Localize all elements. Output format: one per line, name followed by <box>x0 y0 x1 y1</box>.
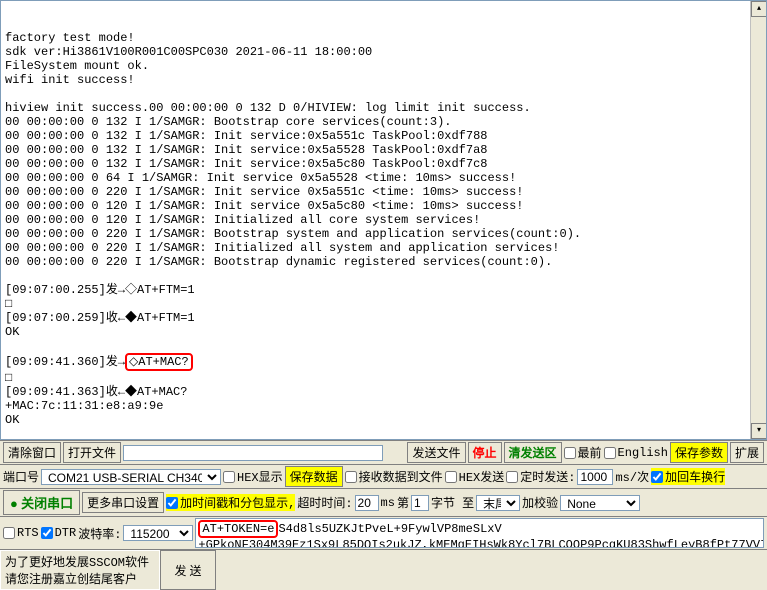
port-label: 端口号 <box>3 468 39 485</box>
log-line: [09:07:00.259]收←◆AT+FTM=1 <box>5 311 195 325</box>
timed-unit-label: ms/次 <box>615 468 649 485</box>
log-line: □ <box>5 371 12 385</box>
byte-end-select[interactable]: 末尾 <box>476 495 520 511</box>
byte-start-input[interactable] <box>411 495 429 511</box>
expand-button[interactable]: 扩展 <box>730 442 764 463</box>
file-path-input[interactable] <box>123 445 383 461</box>
scroll-down-icon[interactable]: ▾ <box>751 423 767 439</box>
log-line: 00 00:00:00 0 132 I 1/SAMGR: Init servic… <box>5 143 487 157</box>
baud-select[interactable]: 115200 <box>123 525 193 541</box>
log-line: 00 00:00:00 0 132 I 1/SAMGR: Bootstrap c… <box>5 115 451 129</box>
di-label: 第 <box>397 494 409 511</box>
log-line: 00 00:00:00 0 120 I 1/SAMGR: Initialized… <box>5 213 480 227</box>
log-output: ▴▾ factory test mode! sdk ver:Hi3861V100… <box>0 0 767 440</box>
status-text-2: 请您注册嘉立创结尾客户 <box>5 570 155 587</box>
hex-display-checkbox: HEX显示 <box>223 468 283 485</box>
log-line: [09:09:41.360]发→ <box>5 355 125 369</box>
rts-checkbox: RTS <box>3 526 39 540</box>
hex-send-checkbox: HEX发送 <box>445 468 505 485</box>
log-line: 00 00:00:00 0 220 I 1/SAMGR: Bootstrap s… <box>5 227 581 241</box>
save-data-button[interactable]: 保存数据 <box>285 466 343 487</box>
log-line: [09:07:00.255]发→◇AT+FTM=1 <box>5 283 195 297</box>
log-line: FileSystem mount ok. <box>5 59 149 73</box>
scrollbar[interactable]: ▴▾ <box>750 1 766 439</box>
byte-label: 字节 至 <box>431 494 474 511</box>
log-line: 00 00:00:00 0 220 I 1/SAMGR: Init servic… <box>5 185 523 199</box>
send-textbox[interactable]: AT+TOKEN=eS4d8ls5UZKJtPveL+9FywlVP8meSLx… <box>195 518 764 548</box>
log-line: 00 00:00:00 0 120 I 1/SAMGR: Init servic… <box>5 199 523 213</box>
log-line: sdk ver:Hi3861V100R001C00SPC030 2021-06-… <box>5 45 372 59</box>
close-port-button[interactable]: ● 关闭串口 <box>3 490 80 515</box>
scroll-up-icon[interactable]: ▴ <box>751 1 767 17</box>
front-checkbox: 最前 <box>564 444 602 461</box>
log-line: factory test mode! <box>5 31 135 45</box>
timed-interval-input[interactable] <box>577 469 613 485</box>
dtr-checkbox: DTR <box>41 526 77 540</box>
clear-window-button[interactable]: 清除窗口 <box>3 442 61 463</box>
log-line: OK <box>5 325 19 339</box>
log-line: 00 00:00:00 0 220 I 1/SAMGR: Initialized… <box>5 241 560 255</box>
highlight-at-mac: ◇AT+MAC? <box>125 353 193 371</box>
log-line: 00 00:00:00 0 64 I 1/SAMGR: Init service… <box>5 171 516 185</box>
send-button[interactable]: 发 送 <box>160 550 216 590</box>
recv-to-file-checkbox: 接收数据到文件 <box>345 468 443 485</box>
log-line: 00 00:00:00 0 132 I 1/SAMGR: Init servic… <box>5 129 487 143</box>
english-checkbox: English <box>604 446 668 460</box>
log-line: wifi init success! <box>5 73 135 87</box>
add-crlf-checkbox: 加回车换行 <box>651 468 725 485</box>
log-line: 00 00:00:00 0 132 I 1/SAMGR: Init servic… <box>5 157 487 171</box>
stop-button[interactable]: 停止 <box>468 442 502 463</box>
more-settings-button[interactable]: 更多串口设置 <box>82 492 164 513</box>
log-line: +MAC:7c:11:31:e8:a9:9e <box>5 399 163 413</box>
timeout-label: 超时时间: <box>297 494 352 511</box>
toolbar-2: 端口号 COM21 USB-SERIAL CH340 HEX显示 保存数据 接收… <box>0 464 767 488</box>
highlight-at-token: AT+TOKEN=e <box>198 520 278 538</box>
toolbar-3: ● 关闭串口 更多串口设置 加时间戳和分包显示, 超时时间: ms 第 字节 至… <box>0 488 767 516</box>
status-bar: 为了更好地发展SSCOM软件 请您注册嘉立创结尾客户 发 送 <box>0 549 767 590</box>
add-check-label: 加校验 <box>522 494 558 511</box>
log-line: 00 00:00:00 0 220 I 1/SAMGR: Bootstrap d… <box>5 255 552 269</box>
timeout-unit: ms <box>381 496 395 510</box>
log-line: OK <box>5 413 19 427</box>
port-select[interactable]: COM21 USB-SERIAL CH340 <box>41 469 221 485</box>
log-line: hiview init success.00 00:00:00 0 132 D … <box>5 101 531 115</box>
clear-send-button[interactable]: 清发送区 <box>504 442 562 463</box>
save-params-button[interactable]: 保存参数 <box>670 442 728 463</box>
toolbar-1: 清除窗口 打开文件 发送文件 停止 清发送区 最前 English 保存参数 扩… <box>0 440 767 464</box>
timeout-input[interactable] <box>355 495 379 511</box>
toolbar-4: RTS DTR 波特率: 115200 AT+TOKEN=eS4d8ls5UZK… <box>0 516 767 549</box>
timestamp-checkbox: 加时间戳和分包显示, <box>166 494 295 511</box>
status-text-1: 为了更好地发展SSCOM软件 <box>5 553 155 570</box>
timed-send-checkbox: 定时发送: <box>506 468 575 485</box>
toggle-icon: ● <box>10 496 18 511</box>
baud-label: 波特率: <box>78 525 121 542</box>
log-line: [09:09:41.363]收←◆AT+MAC? <box>5 385 187 399</box>
send-file-button[interactable]: 发送文件 <box>407 442 465 463</box>
log-line: □ <box>5 297 12 311</box>
check-select[interactable]: None <box>560 495 640 511</box>
open-file-button[interactable]: 打开文件 <box>63 442 121 463</box>
